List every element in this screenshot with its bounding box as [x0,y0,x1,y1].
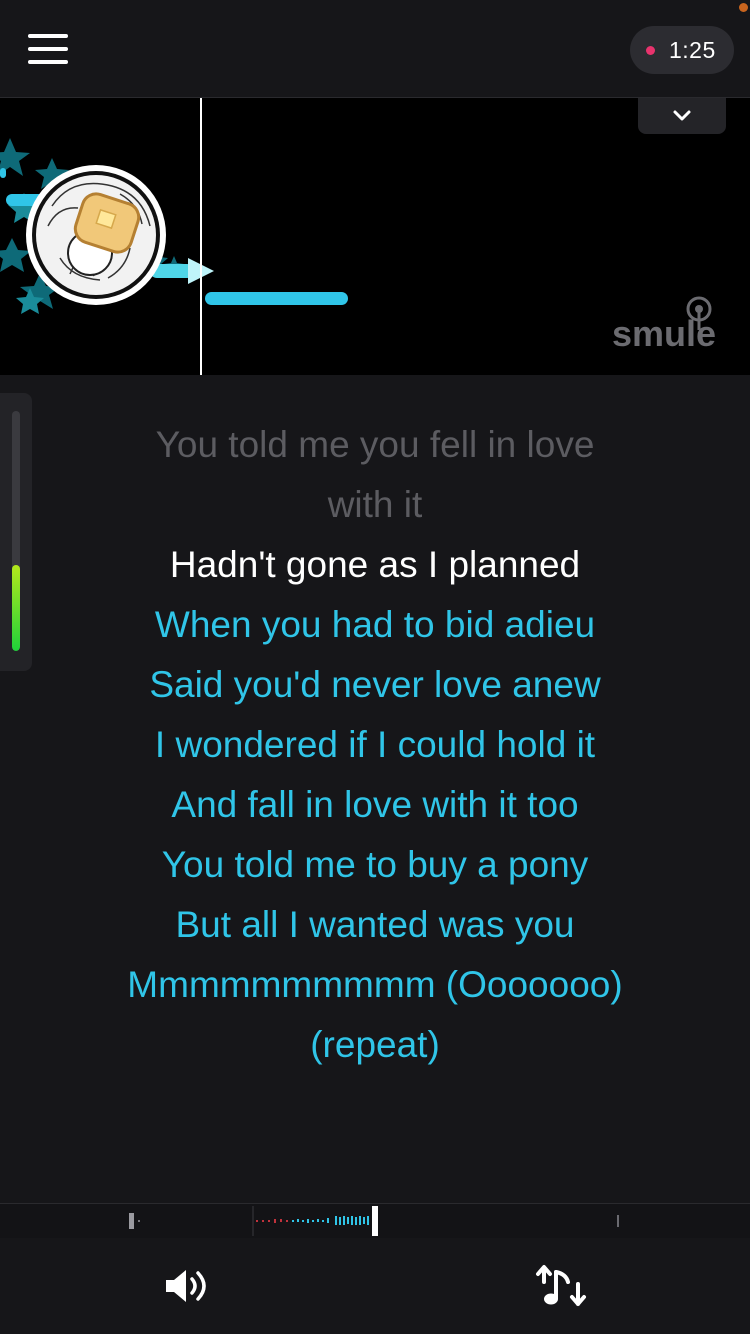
top-bar: 1:25 [0,0,750,98]
lyric-line-upcoming: And fall in love with it too [171,784,579,825]
song-scrubber[interactable] [0,1203,750,1239]
pitch-up-down-icon [536,1265,586,1306]
status-indicator-dot [739,3,748,12]
volume-button[interactable] [160,1262,216,1310]
recording-timer: 1:25 [630,26,734,74]
pitch-adjust-button[interactable] [534,1262,590,1310]
lyric-line-current: Hadn't gone as I planned [169,544,581,585]
lyric-line-upcoming: Mmmmmmmmmm (Ooooooo) [127,964,623,1005]
lyric-line-upcoming: When you had to bid adieu [154,604,596,645]
singer-avatar-cluster [0,138,214,314]
waveform-timeline [129,1206,619,1236]
bottom-controls [0,1238,750,1334]
lyric-line-upcoming: But all I wanted was you [175,904,575,945]
watermark-text: smule [612,313,716,352]
playhead-line [200,98,202,375]
scrubber-handle [372,1206,378,1236]
collapse-button[interactable] [638,98,726,134]
timer-text: 1:25 [669,36,716,63]
lyrics-panel: You told me you fell in love with it Had… [0,415,750,1075]
lyric-line-upcoming: You told me to buy a pony [161,844,589,885]
speaker-volume-icon [166,1270,206,1302]
lyric-line-past: with it [327,484,423,525]
chevron-down-icon [673,110,691,121]
lyric-line-upcoming: (repeat) [310,1024,440,1065]
lyric-line-upcoming: Said you'd never love anew [149,664,601,705]
hamburger-menu-icon[interactable] [28,34,68,66]
pitch-stage: smule [0,98,750,375]
recording-dot [646,45,655,55]
smule-watermark-logo: smule [612,296,716,352]
pitch-note-bar [205,292,348,305]
lyric-line-upcoming: I wondered if I could hold it [154,724,596,765]
lyric-line-past: You told me you fell in love [155,424,595,465]
